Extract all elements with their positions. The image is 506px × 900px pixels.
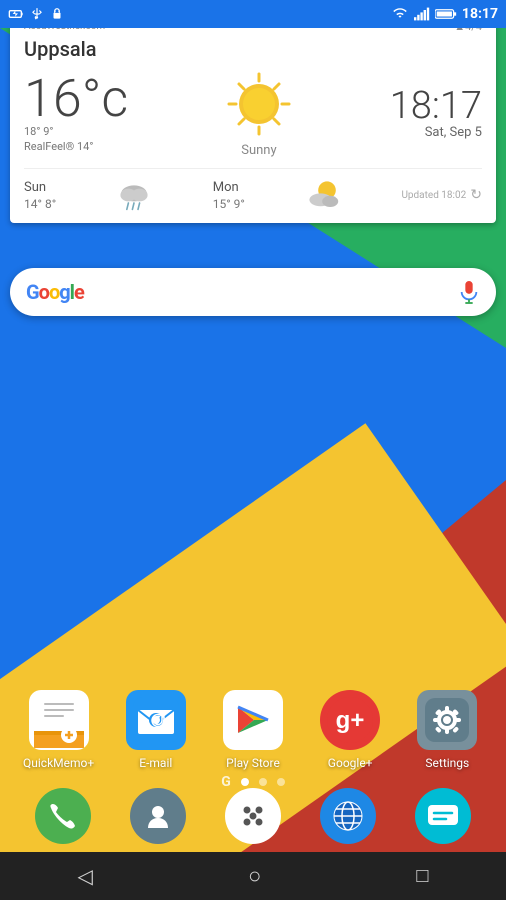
playstore-label: Play Store [226,756,280,770]
email-icon [126,690,186,750]
dock-app-drawer[interactable] [225,788,281,844]
weather-widget: AccuWeather.com ▲4/4 Uppsala 16°c 18° 9°… [10,10,496,223]
battery-icon [435,8,457,20]
forecast-sunday: Sun 14° 8° [24,180,56,211]
dock-messenger[interactable] [415,788,471,844]
playstore-icon [223,690,283,750]
app-playstore[interactable]: Play Store [209,690,297,770]
sun-icon [224,69,294,139]
dock-browser[interactable] [320,788,376,844]
status-icons-right: 18:17 [391,6,498,22]
battery-charging-icon [8,6,24,22]
rain-icon [114,177,154,213]
app-googleplus[interactable]: g+ Google+ [306,690,394,770]
forecast-mon-label: Mon [213,180,239,195]
settings-icon [417,690,477,750]
weather-updated: Updated 18:02 ↻ [401,187,482,203]
nav-home-button[interactable]: ○ [248,863,261,889]
signal-icon [414,7,430,21]
weather-temp-section: 16°c 18° 9° RealFeel® 14° [24,73,128,155]
app-settings[interactable]: Settings [403,690,491,770]
weather-main: 16°c 18° 9° RealFeel® 14° Sunny [24,69,482,158]
email-label: E-mail [139,756,172,770]
forecast-mon-temps: 15° 9° [213,197,245,211]
nav-recents-button[interactable]: □ [416,865,428,888]
quickmemo-icon [29,690,89,750]
search-bar[interactable]: Google [10,268,496,316]
quickmemo-label: QuickMemo+ [23,756,94,770]
weather-time-block: 18:17 Sat, Sep 5 [390,87,482,140]
dock-contacts[interactable] [130,788,186,844]
app-grid: QuickMemo+ E-mail [0,690,506,770]
usb-icon [30,6,44,22]
app-quickmemo[interactable]: QuickMemo+ [15,690,103,770]
forecast-sun-temps: 14° 8° [24,197,56,211]
svg-text:g+: g+ [336,707,365,734]
android-icon [50,6,64,22]
nav-back-button[interactable]: ◁ [78,864,93,889]
google-logo: Google [26,280,84,304]
status-bar: 18:17 [0,0,506,28]
googleplus-icon: g+ [320,690,380,750]
weather-realfeel: RealFeel® 14° [24,140,128,153]
settings-label: Settings [425,756,469,770]
partly-cloudy-icon [303,177,343,213]
forecast-sun-label: Sun [24,180,46,195]
googleplus-label: Google+ [328,756,373,770]
bottom-dock [0,780,506,852]
nav-bar: ◁ ○ □ [0,852,506,900]
dock-phone[interactable] [35,788,91,844]
status-time: 18:17 [462,6,498,22]
status-icons-left [8,6,64,22]
weather-condition-section: Sunny [224,69,294,158]
weather-condition-label: Sunny [224,143,294,158]
weather-temperature: 16°c [24,73,128,125]
app-email[interactable]: E-mail [112,690,200,770]
refresh-icon[interactable]: ↻ [470,187,482,203]
weather-clock: 18:17 [390,87,482,125]
forecast-monday: Mon 15° 9° [213,180,245,211]
mic-icon[interactable] [458,279,480,305]
weather-city: Uppsala [24,37,482,61]
weather-forecast: Sun 14° 8° Mon 15° 9° Updated 18:02 ↻ [24,168,482,213]
wifi-icon [391,7,409,21]
